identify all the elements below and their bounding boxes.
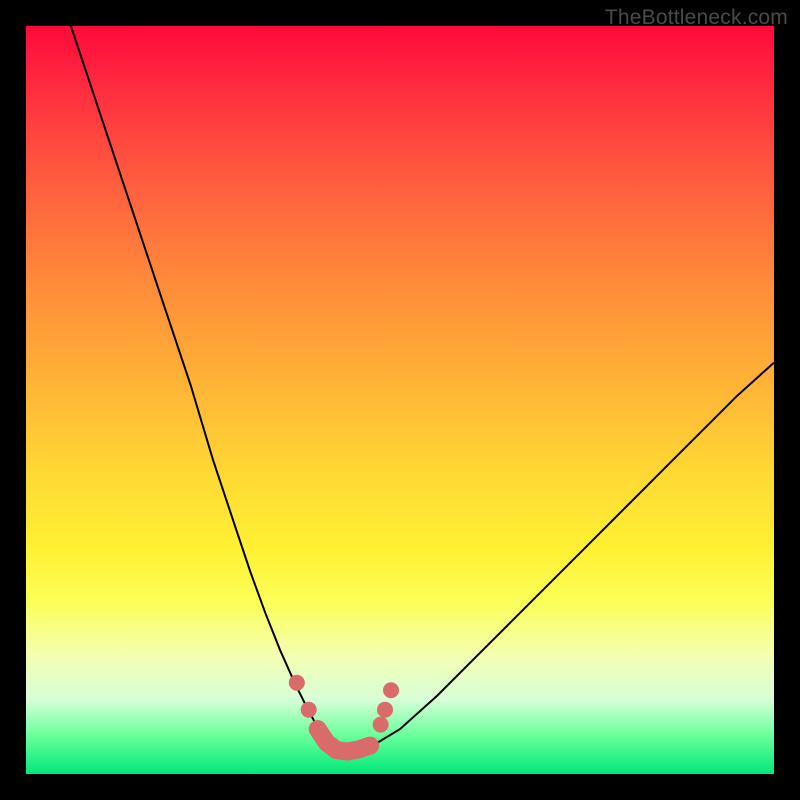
minimum-dot <box>289 675 305 691</box>
chart-svg <box>26 26 774 774</box>
minimum-dot <box>301 702 317 718</box>
minimum-dot <box>383 682 399 698</box>
minimum-dots <box>289 675 399 760</box>
watermark-text: TheBottleneck.com <box>605 6 788 30</box>
minimum-dot <box>373 717 389 733</box>
minimum-dot <box>362 738 378 754</box>
bottleneck-curve <box>71 26 774 752</box>
minimum-dot <box>377 702 393 718</box>
chart-frame <box>26 26 774 774</box>
minimum-dot <box>310 721 326 737</box>
